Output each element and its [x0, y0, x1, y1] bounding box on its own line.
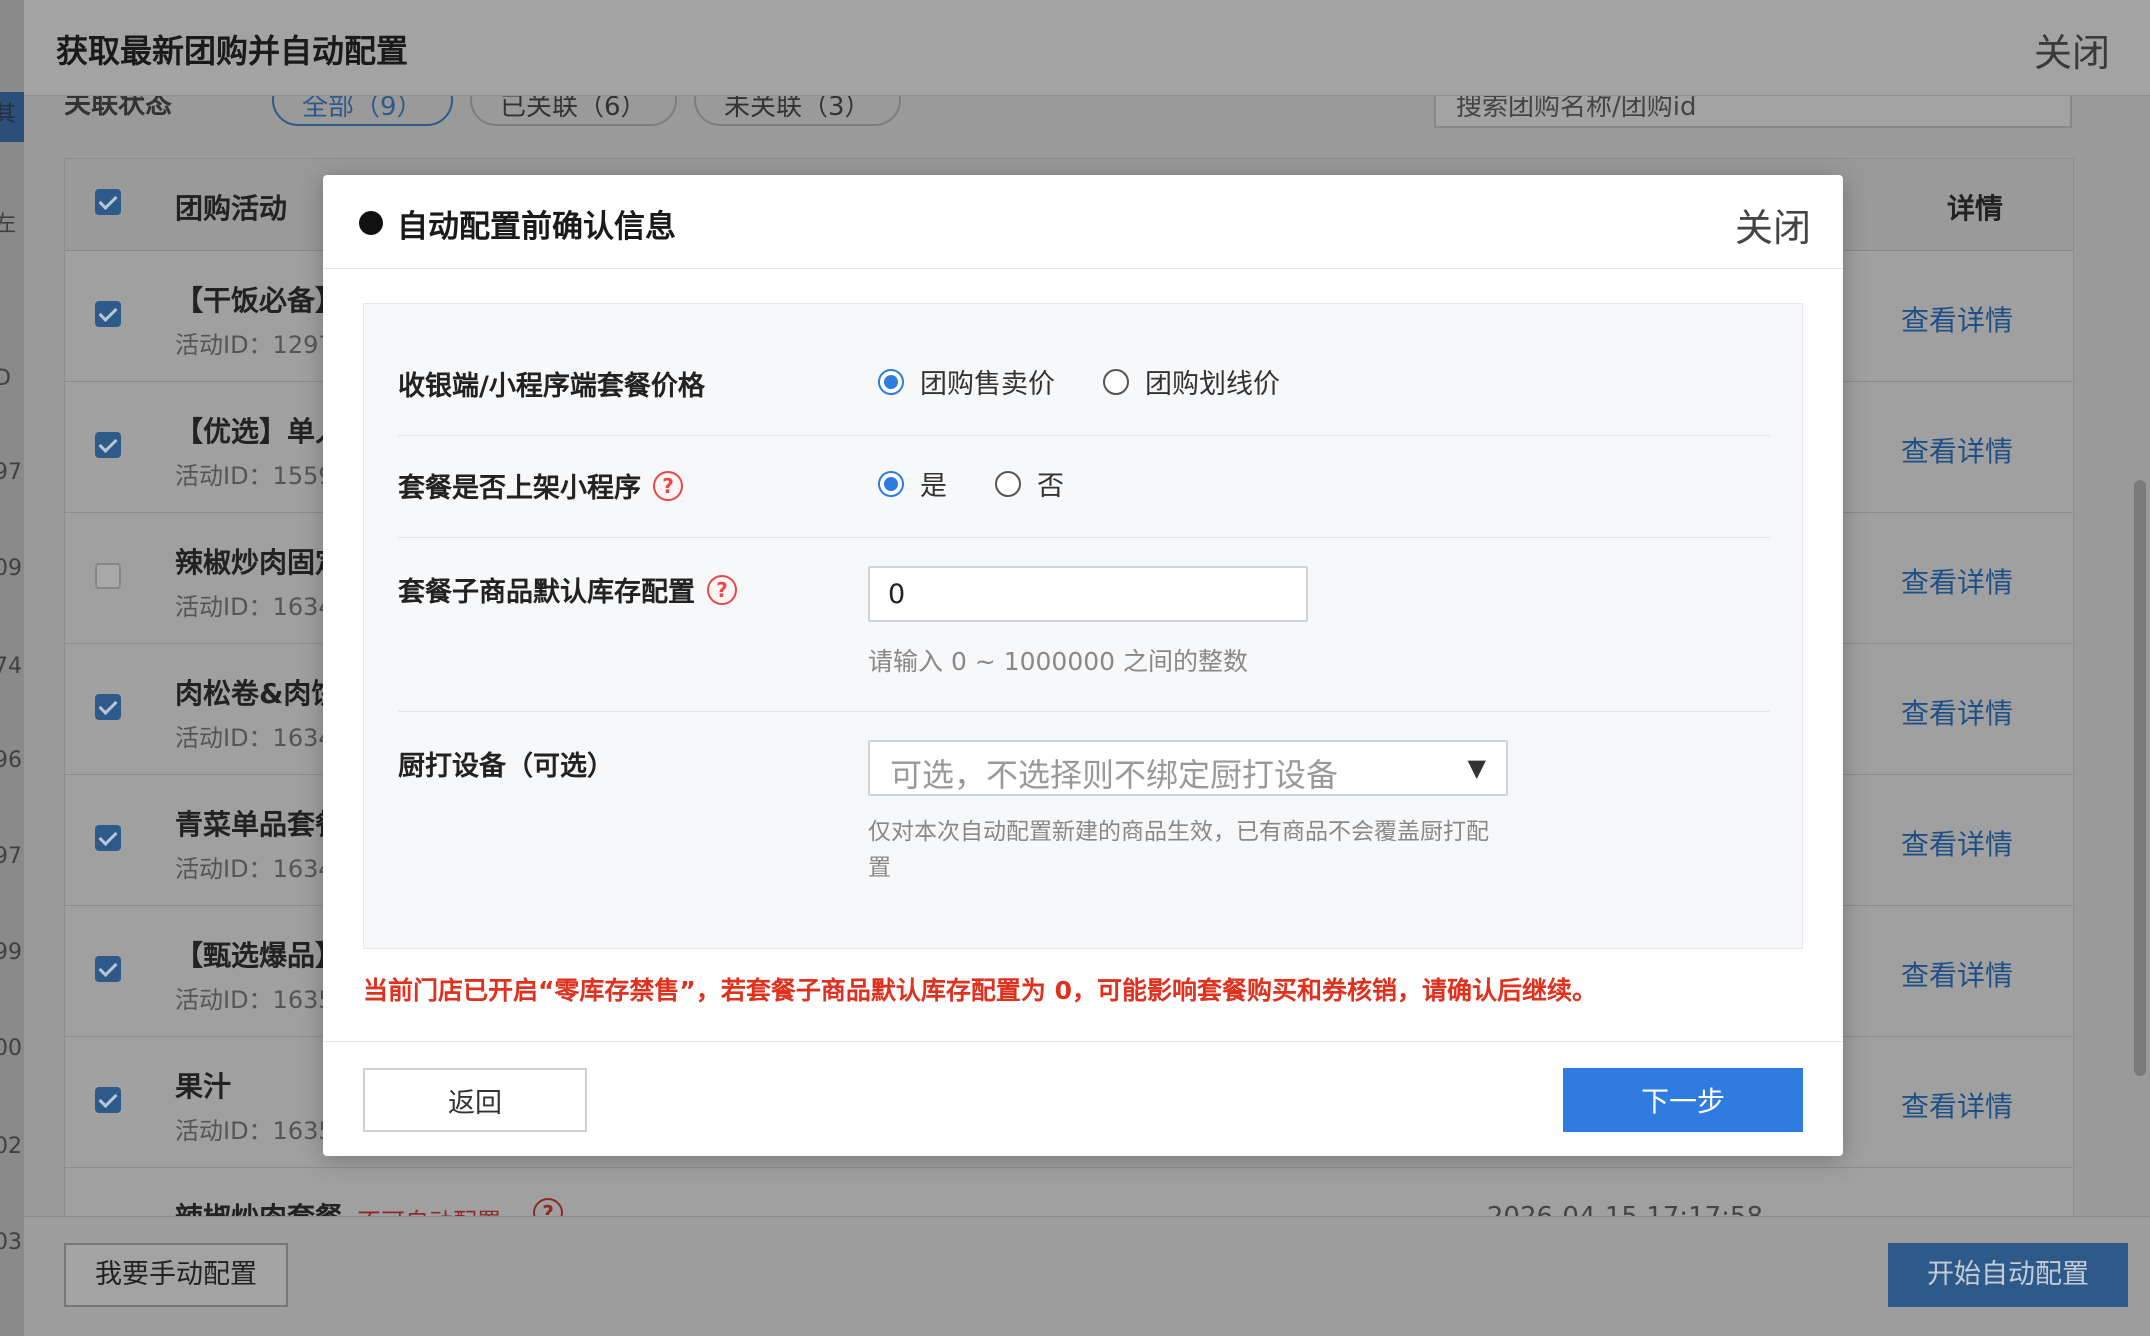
confirm-dialog: 自动配置前确认信息 关闭 收银端/小程序端套餐价格 团购售卖价 团购划线价 套餐… [323, 175, 1843, 1156]
shelf-option-no[interactable]: 否 [995, 464, 1064, 503]
row-name: 青菜单品套餐 [175, 808, 344, 841]
dropdown-arrow-icon: ▼ [1467, 754, 1486, 782]
next-step-button[interactable]: 下一步 [1563, 1068, 1803, 1132]
background-fragment: 02 [0, 1134, 22, 1159]
price-radio-group: 团购售卖价 团购划线价 [878, 362, 1328, 401]
radio-label: 是 [920, 471, 947, 502]
row-name: 辣椒炒肉固定 [175, 546, 344, 579]
dialog-close-button[interactable]: 关闭 [1735, 197, 1811, 252]
stock-label: 套餐子商品默认库存配置 [398, 577, 695, 608]
price-setting-row: 收银端/小程序端套餐价格 团购售卖价 团购划线价 [398, 304, 1770, 436]
checkbox-checked-icon [95, 189, 121, 215]
dialog-footer: 返回 下一步 [323, 1041, 1843, 1156]
bullet-icon [359, 211, 383, 235]
view-detail-link[interactable]: 查看详情 [1901, 692, 2013, 732]
background-fragment: 其 [0, 102, 17, 127]
drawer-header: 获取最新团购并自动配置 关闭 [24, 0, 2150, 96]
settings-panel: 收银端/小程序端套餐价格 团购售卖价 团购划线价 套餐是否上架小程序 ? 是 否… [363, 303, 1803, 949]
help-icon[interactable]: ? [533, 1198, 563, 1217]
background-fragment: 97 [0, 460, 22, 485]
radio-label: 团购划线价 [1145, 369, 1280, 400]
checkbox-checked-icon [95, 825, 121, 851]
printer-placeholder: 可选，不选择则不绑定厨打设备 [890, 756, 1339, 794]
view-detail-link[interactable]: 查看详情 [1901, 954, 2013, 994]
checkbox-checked-icon [95, 694, 121, 720]
printer-hint: 仅对本次自动配置新建的商品生效，已有商品不会覆盖厨打配置 [868, 819, 1489, 881]
background-app-edge: 其 左 D 97 09 74 96 97 99 00 02 03 [0, 0, 24, 1336]
table-row: 辣椒炒肉套餐 不可自动配置 ? 2026-04-15 17:17:58 [65, 1168, 2073, 1218]
row-name: 【干饭必备】 [175, 284, 344, 317]
background-fragment: 97 [0, 844, 22, 869]
background-fragment: 00 [0, 1036, 22, 1061]
background-fragment: D [0, 366, 11, 391]
view-detail-link[interactable]: 查看详情 [1901, 823, 2013, 863]
column-detail: 详情 [1946, 192, 2003, 225]
select-all-checkbox[interactable] [95, 189, 121, 219]
row-checkbox[interactable] [95, 301, 121, 331]
view-detail-link[interactable]: 查看详情 [1901, 1085, 2013, 1125]
stock-input[interactable] [868, 566, 1308, 622]
shelf-label: 套餐是否上架小程序 [398, 473, 641, 504]
checkbox-unchecked-icon [95, 563, 121, 589]
dialog-title: 自动配置前确认信息 [397, 209, 676, 245]
row-name: 辣椒炒肉套餐 [175, 1201, 344, 1218]
view-detail-link[interactable]: 查看详情 [1901, 299, 2013, 339]
stock-setting-row: 套餐子商品默认库存配置 ? 请输入 0 ~ 1000000 之间的整数 [398, 538, 1770, 712]
radio-unchecked-icon [995, 470, 1021, 497]
shelf-setting-row: 套餐是否上架小程序 ? 是 否 [398, 436, 1770, 538]
radio-label: 团购售卖价 [920, 369, 1055, 400]
drawer-scrollbar[interactable] [2134, 480, 2146, 1076]
printer-setting-row: 厨打设备（可选） 可选，不选择则不绑定厨打设备 ▼ 仅对本次自动配置新建的商品生… [398, 712, 1770, 912]
background-fragment: 09 [0, 556, 22, 581]
row-name: 【优选】单人 [175, 415, 344, 448]
printer-label: 厨打设备（可选） [398, 751, 614, 782]
row-name: 【甄选爆品】 [175, 939, 344, 972]
radio-unchecked-icon [1103, 368, 1129, 395]
drawer-footer: 我要手动配置 开始自动配置 [24, 1216, 2150, 1336]
price-option-original[interactable]: 团购划线价 [1103, 362, 1280, 401]
row-checkbox[interactable] [95, 1087, 121, 1117]
view-detail-link[interactable]: 查看详情 [1901, 430, 2013, 470]
checkbox-checked-icon [95, 301, 121, 327]
stock-hint: 请输入 0 ~ 1000000 之间的整数 [868, 647, 1248, 676]
row-checkbox[interactable] [95, 432, 121, 462]
radio-label: 否 [1037, 471, 1064, 502]
background-fragment: 03 [0, 1230, 22, 1255]
manual-config-button[interactable]: 我要手动配置 [64, 1243, 288, 1307]
help-icon[interactable]: ? [653, 470, 683, 501]
background-fragment: 99 [0, 940, 22, 965]
help-icon[interactable]: ? [707, 574, 737, 605]
dialog-header: 自动配置前确认信息 关闭 [323, 175, 1843, 269]
row-name: 肉松卷&肉饼 [175, 677, 340, 710]
stock-label-wrap: 套餐子商品默认库存配置 ? [398, 570, 737, 609]
background-fragment: 96 [0, 748, 22, 773]
view-detail-link[interactable]: 查看详情 [1901, 561, 2013, 601]
row-checkbox[interactable] [95, 563, 121, 593]
price-label: 收银端/小程序端套餐价格 [398, 371, 705, 402]
printer-select[interactable]: 可选，不选择则不绑定厨打设备 ▼ [868, 740, 1508, 796]
row-name: 果汁 [175, 1070, 232, 1103]
background-fragment: 74 [0, 654, 22, 679]
row-checkbox[interactable] [95, 956, 121, 986]
drawer-title: 获取最新团购并自动配置 [56, 32, 409, 70]
radio-checked-icon [878, 470, 904, 497]
background-fragment: 左 [0, 212, 17, 237]
shelf-option-yes[interactable]: 是 [878, 464, 947, 503]
checkbox-checked-icon [95, 956, 121, 982]
column-activity: 团购活动 [175, 192, 288, 225]
start-auto-config-button[interactable]: 开始自动配置 [1888, 1243, 2128, 1307]
zero-stock-warning: 当前门店已开启“零库存禁售”，若套餐子商品默认库存配置为 0，可能影响套餐购买和… [363, 976, 1597, 1005]
shelf-label-wrap: 套餐是否上架小程序 ? [398, 466, 683, 505]
radio-checked-icon [878, 368, 904, 395]
shelf-radio-group: 是 否 [878, 464, 1112, 503]
row-checkbox[interactable] [95, 694, 121, 724]
checkbox-checked-icon [95, 432, 121, 458]
drawer-close-button[interactable]: 关闭 [2034, 22, 2110, 77]
row-checkbox[interactable] [95, 825, 121, 855]
checkbox-checked-icon [95, 1087, 121, 1113]
price-option-sale[interactable]: 团购售卖价 [878, 362, 1055, 401]
back-button[interactable]: 返回 [363, 1068, 587, 1132]
